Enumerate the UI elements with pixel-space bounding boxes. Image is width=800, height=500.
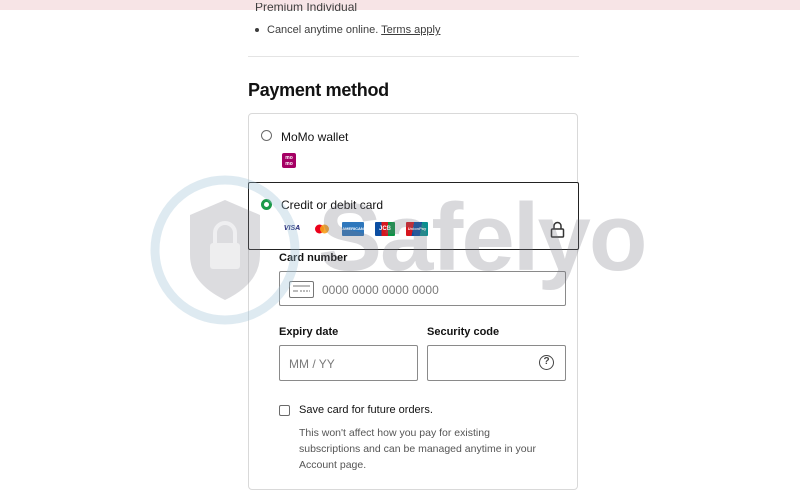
watermark-text: Safelyo [318, 184, 647, 291]
momo-logo: mo mo [282, 153, 296, 168]
terms-link[interactable]: Terms apply [381, 24, 440, 36]
expiry-placeholder: MM / YY [289, 357, 335, 371]
save-card-label[interactable]: Save card for future orders. [299, 404, 433, 416]
save-card-checkbox[interactable] [279, 405, 290, 416]
top-banner-strip [0, 0, 800, 10]
cancel-bullet: Cancel anytime online. Terms apply [255, 24, 440, 36]
help-icon[interactable]: ? [539, 355, 554, 370]
expiry-date-label: Expiry date [279, 326, 339, 338]
plan-feature-partial: Premium Individual [255, 3, 358, 14]
card-radio[interactable] [261, 199, 272, 210]
save-card-help-text: This won't affect how you pay for existi… [299, 427, 536, 471]
momo-radio[interactable] [261, 130, 272, 141]
page-title: Payment method [248, 80, 389, 100]
security-code-label: Security code [427, 326, 500, 338]
cancel-text: Cancel anytime online. [267, 24, 379, 36]
section-divider [248, 56, 579, 57]
visa-logo: VISA [283, 225, 301, 232]
bullet-dot [255, 28, 259, 33]
momo-option-label[interactable]: MoMo wallet [281, 130, 348, 144]
credit-card-icon [289, 281, 314, 298]
